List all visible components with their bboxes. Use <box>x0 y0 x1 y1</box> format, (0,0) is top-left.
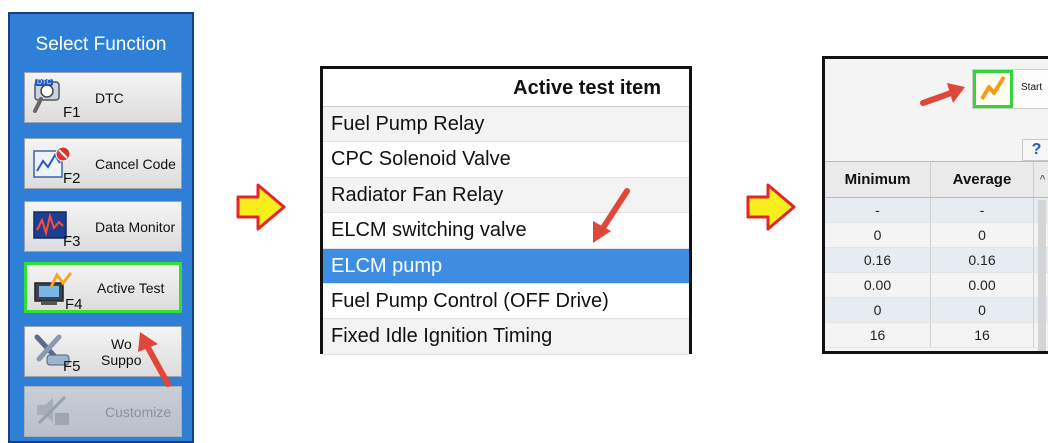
column-header-minimum[interactable]: Minimum <box>825 162 931 197</box>
cancel-code-icon: F2 <box>29 143 85 187</box>
table-row: 0.00 0.00 <box>825 273 1048 298</box>
button-label: Customize <box>105 403 172 420</box>
pointer-arrow-icon <box>920 83 965 106</box>
start-label: Start <box>1021 82 1043 93</box>
panel-title: Select Function <box>35 34 167 55</box>
label-line-2: Suppo <box>101 351 142 368</box>
cancel-code-button[interactable]: F2 Cancel Code <box>24 138 182 189</box>
table-cell: 16 <box>825 323 931 347</box>
table-cell: 0.00 <box>825 273 931 297</box>
customize-icon <box>29 391 85 433</box>
dtc-button[interactable]: DTC F1 DTC <box>24 72 182 123</box>
function-key-label: F5 <box>63 358 81 375</box>
table-row: 0.16 0.16 <box>825 248 1048 273</box>
table-cell: - <box>931 198 1034 222</box>
button-label: Data Monitor <box>95 218 176 235</box>
select-function-panel: Select Function DTC F1 DTC F2 Cancel Cod… <box>8 12 194 443</box>
active-test-button[interactable]: F4 Active Test <box>24 262 182 313</box>
dtc-tag: DTC <box>35 79 54 86</box>
table-cell: - <box>825 198 931 222</box>
scrollbar-up-button[interactable]: ^ <box>1034 162 1048 197</box>
table-row: - - <box>825 198 1048 351</box>
button-label: Active Test <box>97 279 165 296</box>
table-row: 0 0 <box>825 223 1048 248</box>
button-label: DTC <box>95 89 124 106</box>
list-item-fuel-pump-relay[interactable]: Fuel Pump Relay <box>323 107 689 143</box>
result-table: Minimum Average ^ - - 0 0 0.16 0.16 0.00… <box>825 161 1048 351</box>
column-header-average[interactable]: Average <box>931 162 1034 197</box>
table-cell: 0 <box>825 298 931 322</box>
start-button[interactable]: Start <box>972 69 1048 109</box>
table-cell: 0.16 <box>931 248 1034 272</box>
list-item-elcm-pump[interactable]: ELCM pump <box>323 248 689 284</box>
pointer-arrow-icon <box>593 188 630 243</box>
table-row: 0 0 <box>825 298 1048 323</box>
function-key-label: F4 <box>65 296 83 313</box>
button-label: Cancel Code <box>95 155 176 172</box>
table-cell: 16 <box>931 323 1034 347</box>
dtc-scanner-icon: DTC F1 <box>29 77 85 121</box>
flow-arrow-icon <box>746 183 796 231</box>
table-cell: 0 <box>931 298 1034 322</box>
function-key-label: F2 <box>63 170 81 187</box>
data-monitor-icon: F3 <box>29 206 85 250</box>
customize-button: Customize <box>24 386 182 437</box>
table-cell: 0.00 <box>931 273 1034 297</box>
active-test-result-panel: Start ? Minimum Average ^ - - 0 0 0.16 0… <box>822 56 1048 354</box>
label-line-1: Wo <box>111 335 132 352</box>
active-test-icon: F4 <box>31 269 87 313</box>
list-item-fixed-idle-ignition-timing[interactable]: Fixed Idle Ignition Timing <box>323 319 689 355</box>
scrollbar-track[interactable] <box>1034 198 1048 351</box>
flow-arrow-icon <box>236 183 286 231</box>
table-cell: 0 <box>825 223 931 247</box>
start-icon <box>973 70 1013 108</box>
table-cell: 0 <box>931 223 1034 247</box>
list-header: Active test item <box>323 69 689 107</box>
pointer-arrow-icon <box>138 332 171 387</box>
function-key-label: F1 <box>63 104 81 121</box>
table-header: Minimum Average ^ <box>825 161 1048 198</box>
work-support-icon: F5 <box>29 331 85 375</box>
active-test-item-list: Active test item Fuel Pump Relay CPC Sol… <box>320 66 692 355</box>
list-item-fuel-pump-control[interactable]: Fuel Pump Control (OFF Drive) <box>323 284 689 320</box>
function-key-label: F3 <box>63 233 81 250</box>
list-item-cpc-solenoid-valve[interactable]: CPC Solenoid Valve <box>323 142 689 178</box>
table-row: 16 16 <box>825 323 1048 348</box>
table-cell: 0.16 <box>825 248 931 272</box>
help-button[interactable]: ? <box>1022 139 1048 161</box>
data-monitor-button[interactable]: F3 Data Monitor <box>24 201 182 252</box>
button-label: Wo Suppo <box>89 327 141 376</box>
